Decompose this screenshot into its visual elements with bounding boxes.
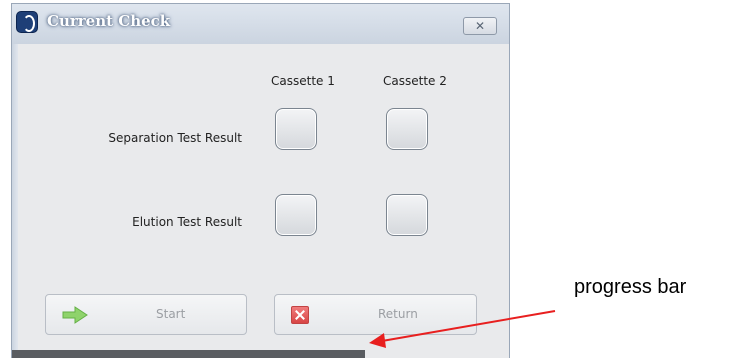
red-x-icon bbox=[291, 306, 309, 324]
progress-bar bbox=[12, 350, 509, 358]
annotation-label: progress bar bbox=[574, 276, 687, 298]
column-header-cassette-1: Cassette 1 bbox=[271, 74, 335, 88]
row-label-separation: Separation Test Result bbox=[108, 131, 242, 145]
title-bar: Current Check ✕ bbox=[12, 4, 509, 44]
elution-cassette-2-indicator bbox=[386, 194, 428, 236]
return-button[interactable]: Return bbox=[274, 294, 477, 335]
elution-cassette-1-indicator bbox=[275, 194, 317, 236]
return-button-label: Return bbox=[378, 307, 418, 321]
separation-cassette-2-indicator bbox=[386, 108, 428, 150]
current-check-dialog: Current Check ✕ Cassette 1 Cassette 2 Se… bbox=[11, 3, 510, 358]
progress-bar-fill bbox=[12, 350, 365, 358]
start-button-label: Start bbox=[156, 307, 186, 321]
row-label-elution: Elution Test Result bbox=[132, 215, 242, 229]
window-title: Current Check bbox=[47, 12, 171, 30]
separation-cassette-1-indicator bbox=[275, 108, 317, 150]
start-button[interactable]: Start bbox=[45, 294, 247, 335]
window-frame bbox=[12, 44, 18, 358]
green-arrow-right-icon bbox=[62, 306, 88, 324]
column-header-cassette-2: Cassette 2 bbox=[383, 74, 447, 88]
close-button[interactable]: ✕ bbox=[463, 17, 497, 35]
app-logo-icon bbox=[16, 11, 38, 33]
